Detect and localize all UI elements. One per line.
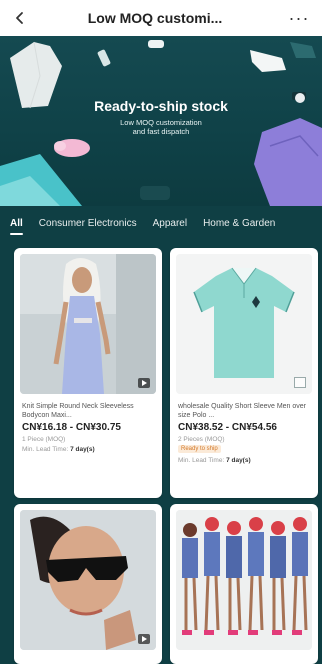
product-photo-bodycon-dress (20, 254, 156, 394)
video-play-icon[interactable] (138, 378, 150, 388)
video-play-icon[interactable] (138, 634, 150, 644)
banner-subtitle: Low MOQ customization and fast dispatch (120, 118, 202, 136)
more-options-button[interactable]: ··· (282, 0, 316, 36)
lead-time: Min. Lead Time: 7 day(s) (22, 446, 95, 453)
tab-all[interactable]: All (0, 218, 31, 235)
lead-time-label: Min. Lead Time: (22, 446, 69, 453)
product-card[interactable] (170, 504, 318, 664)
product-name: Knit Simple Round Neck Sleeveless Bodyco… (22, 403, 134, 419)
product-image[interactable] (176, 510, 312, 650)
product-price: CN¥38.52 - CN¥54.56 (178, 422, 277, 433)
image-gallery-icon[interactable] (294, 377, 306, 388)
lead-time-label: Min. Lead Time: (178, 457, 225, 464)
category-tabs: All Consumer Electronics Apparel Home & … (0, 206, 322, 240)
product-image[interactable] (20, 254, 156, 394)
tab-consumer-electronics[interactable]: Consumer Electronics (31, 218, 145, 229)
product-image[interactable] (20, 510, 156, 650)
product-grid: Knit Simple Round Neck Sleeveless Bodyco… (0, 240, 322, 664)
product-card[interactable]: Knit Simple Round Neck Sleeveless Bodyco… (14, 248, 162, 498)
product-price: CN¥16.18 - CN¥30.75 (22, 422, 121, 433)
lead-time-value: 7 day(s) (226, 457, 251, 464)
back-arrow-icon (16, 12, 23, 24)
product-name: wholesale Quality Short Sleeve Men over … (178, 403, 307, 419)
product-card[interactable] (14, 504, 162, 664)
product-image[interactable] (176, 254, 312, 394)
product-moq: 2 Pieces (MOQ) (178, 436, 225, 443)
tab-home-garden[interactable]: Home & Garden (195, 218, 283, 229)
lead-time-value: 7 day(s) (70, 446, 95, 453)
banner-title: Ready-to-ship stock (94, 98, 228, 114)
product-photo-polo-shirt (176, 254, 312, 394)
back-button[interactable] (6, 0, 34, 36)
ready-to-ship-badge: Ready to ship (178, 445, 221, 453)
top-app-bar: Low MOQ customi... ··· (0, 0, 322, 36)
hero-banner[interactable]: Ready-to-ship stock Low MOQ customizatio… (0, 36, 322, 206)
tab-apparel[interactable]: Apparel (145, 218, 195, 229)
product-card[interactable]: wholesale Quality Short Sleeve Men over … (170, 248, 318, 498)
product-photo-sunglasses (20, 510, 156, 650)
banner-heading: Ready-to-ship stock Low MOQ customizatio… (0, 98, 322, 136)
product-moq: 1 Piece (MOQ) (22, 436, 66, 443)
lead-time: Min. Lead Time: 7 day(s) (178, 457, 251, 464)
product-photo-models-group (176, 510, 312, 650)
page-title: Low MOQ customi... (87, 10, 223, 26)
